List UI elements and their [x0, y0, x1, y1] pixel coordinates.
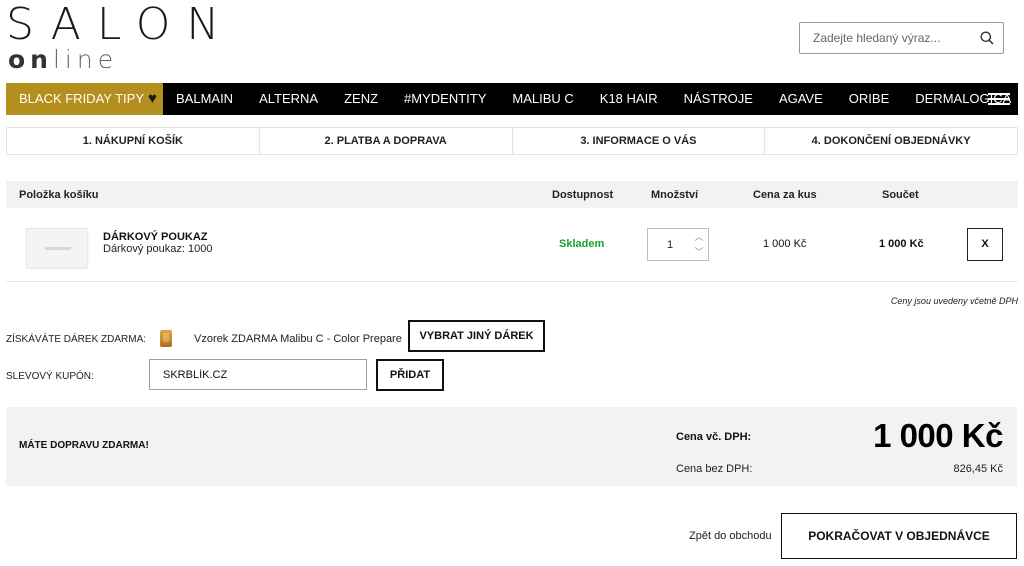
line-total: 1 000 Kč: [879, 238, 924, 250]
chevron-up-icon[interactable]: ︿: [693, 231, 705, 243]
price-without-vat-label: Cena bez DPH:: [676, 463, 753, 475]
nav-item-malibu-c[interactable]: MALIBU C: [499, 83, 586, 115]
step-customer-info[interactable]: 3. INFORMACE O VÁS: [513, 128, 766, 154]
col-header-availability: Dostupnost: [552, 189, 614, 201]
search-box: [799, 22, 1004, 54]
col-header-total: Součet: [882, 189, 919, 201]
nav-item-balmain[interactable]: BALMAIN: [163, 83, 246, 115]
availability-status: Skladem: [559, 238, 605, 250]
nav-item-alterna[interactable]: ALTERNA: [246, 83, 331, 115]
free-gift-label: ZÍSKÁVÁTE DÁREK ZDARMA:: [6, 334, 147, 345]
remove-item-button[interactable]: X: [967, 228, 1003, 261]
quantity-input[interactable]: [648, 229, 692, 260]
product-name[interactable]: DÁRKOVÝ POUKAZ: [103, 231, 208, 243]
coupon-field: [149, 359, 367, 390]
search-input[interactable]: [800, 23, 975, 53]
nav-item-mydentity[interactable]: #MYDENTITY: [391, 83, 499, 115]
nav-item-oribe[interactable]: ORIBE: [836, 83, 902, 115]
cart-item-row: DÁRKOVÝ POUKAZ Dárkový poukaz: 1000 Skla…: [6, 208, 1018, 282]
gift-product-icon: [160, 330, 172, 347]
logo-wordmark-top: SALON: [6, 0, 236, 50]
nav-item-black-friday[interactable]: BLACK FRIDAY TIPY ♥: [6, 83, 163, 115]
coupon-input[interactable]: [150, 360, 366, 389]
price-with-vat-value: 1 000 Kč: [873, 417, 1003, 454]
logo-line: line: [52, 45, 119, 74]
col-header-unit-price: Cena za kus: [753, 189, 817, 201]
salon-online-logo[interactable]: SALON online: [6, 2, 236, 74]
price-without-vat-value: 826,45 Kč: [953, 463, 1003, 475]
free-gift-name: Vzorek ZDARMA Malibu C - Color Prepare: [194, 333, 402, 345]
col-header-quantity: Množství: [651, 189, 699, 201]
cart-table-header: Položka košíku Dostupnost Množství Cena …: [6, 181, 1018, 208]
chevron-down-icon[interactable]: ﹀: [693, 246, 705, 258]
apply-coupon-button[interactable]: PŘIDAT: [376, 359, 444, 391]
quantity-stepper: ︿ ﹀: [647, 228, 709, 261]
step-order-completion[interactable]: 4. DOKONČENÍ OBJEDNÁVKY: [765, 128, 1017, 154]
nav-item-k18-hair[interactable]: K18 HAIR: [587, 83, 671, 115]
checkout-steps: 1. NÁKUPNÍ KOŠÍK 2. PLATBA A DOPRAVA 3. …: [6, 127, 1018, 155]
logo-on: on: [8, 45, 53, 74]
free-shipping-notice: MÁTE DOPRAVU ZDARMA!: [19, 440, 149, 451]
nav-item-label: BLACK FRIDAY TIPY: [19, 91, 144, 106]
vat-note: Ceny jsou uvedeny včetně DPH: [890, 296, 1018, 306]
continue-order-button[interactable]: POKRAČOVAT V OBJEDNÁVCE: [781, 513, 1017, 559]
nav-item-agave[interactable]: AGAVE: [766, 83, 836, 115]
black-heart-icon: ♥: [148, 90, 157, 107]
step-cart[interactable]: 1. NÁKUPNÍ KOŠÍK: [7, 128, 260, 154]
coupon-label: SLEVOVÝ KUPÓN:: [6, 371, 94, 382]
main-navigation: BLACK FRIDAY TIPY ♥ BALMAIN ALTERNA ZENZ …: [6, 83, 1018, 115]
unit-price: 1 000 Kč: [763, 238, 807, 250]
product-thumbnail[interactable]: [26, 228, 88, 268]
product-variant: Dárkový poukaz: 1000: [103, 243, 213, 255]
logo-wordmark-bottom: online: [8, 46, 118, 74]
col-header-item: Položka košíku: [19, 189, 99, 201]
order-summary-panel: MÁTE DOPRAVU ZDARMA! Cena vč. DPH: 1 000…: [6, 407, 1017, 486]
hamburger-menu-icon[interactable]: [988, 93, 1010, 106]
step-payment-shipping[interactable]: 2. PLATBA A DOPRAVA: [260, 128, 513, 154]
nav-item-zenz[interactable]: ZENZ: [331, 83, 391, 115]
price-with-vat-label: Cena vč. DPH:: [676, 431, 752, 443]
back-to-shop-link[interactable]: Zpět do obchodu: [689, 530, 772, 542]
choose-another-gift-button[interactable]: VYBRAT JINÝ DÁREK: [408, 320, 545, 352]
search-icon[interactable]: [980, 31, 994, 45]
nav-item-nastroje[interactable]: NÁSTROJE: [671, 83, 766, 115]
